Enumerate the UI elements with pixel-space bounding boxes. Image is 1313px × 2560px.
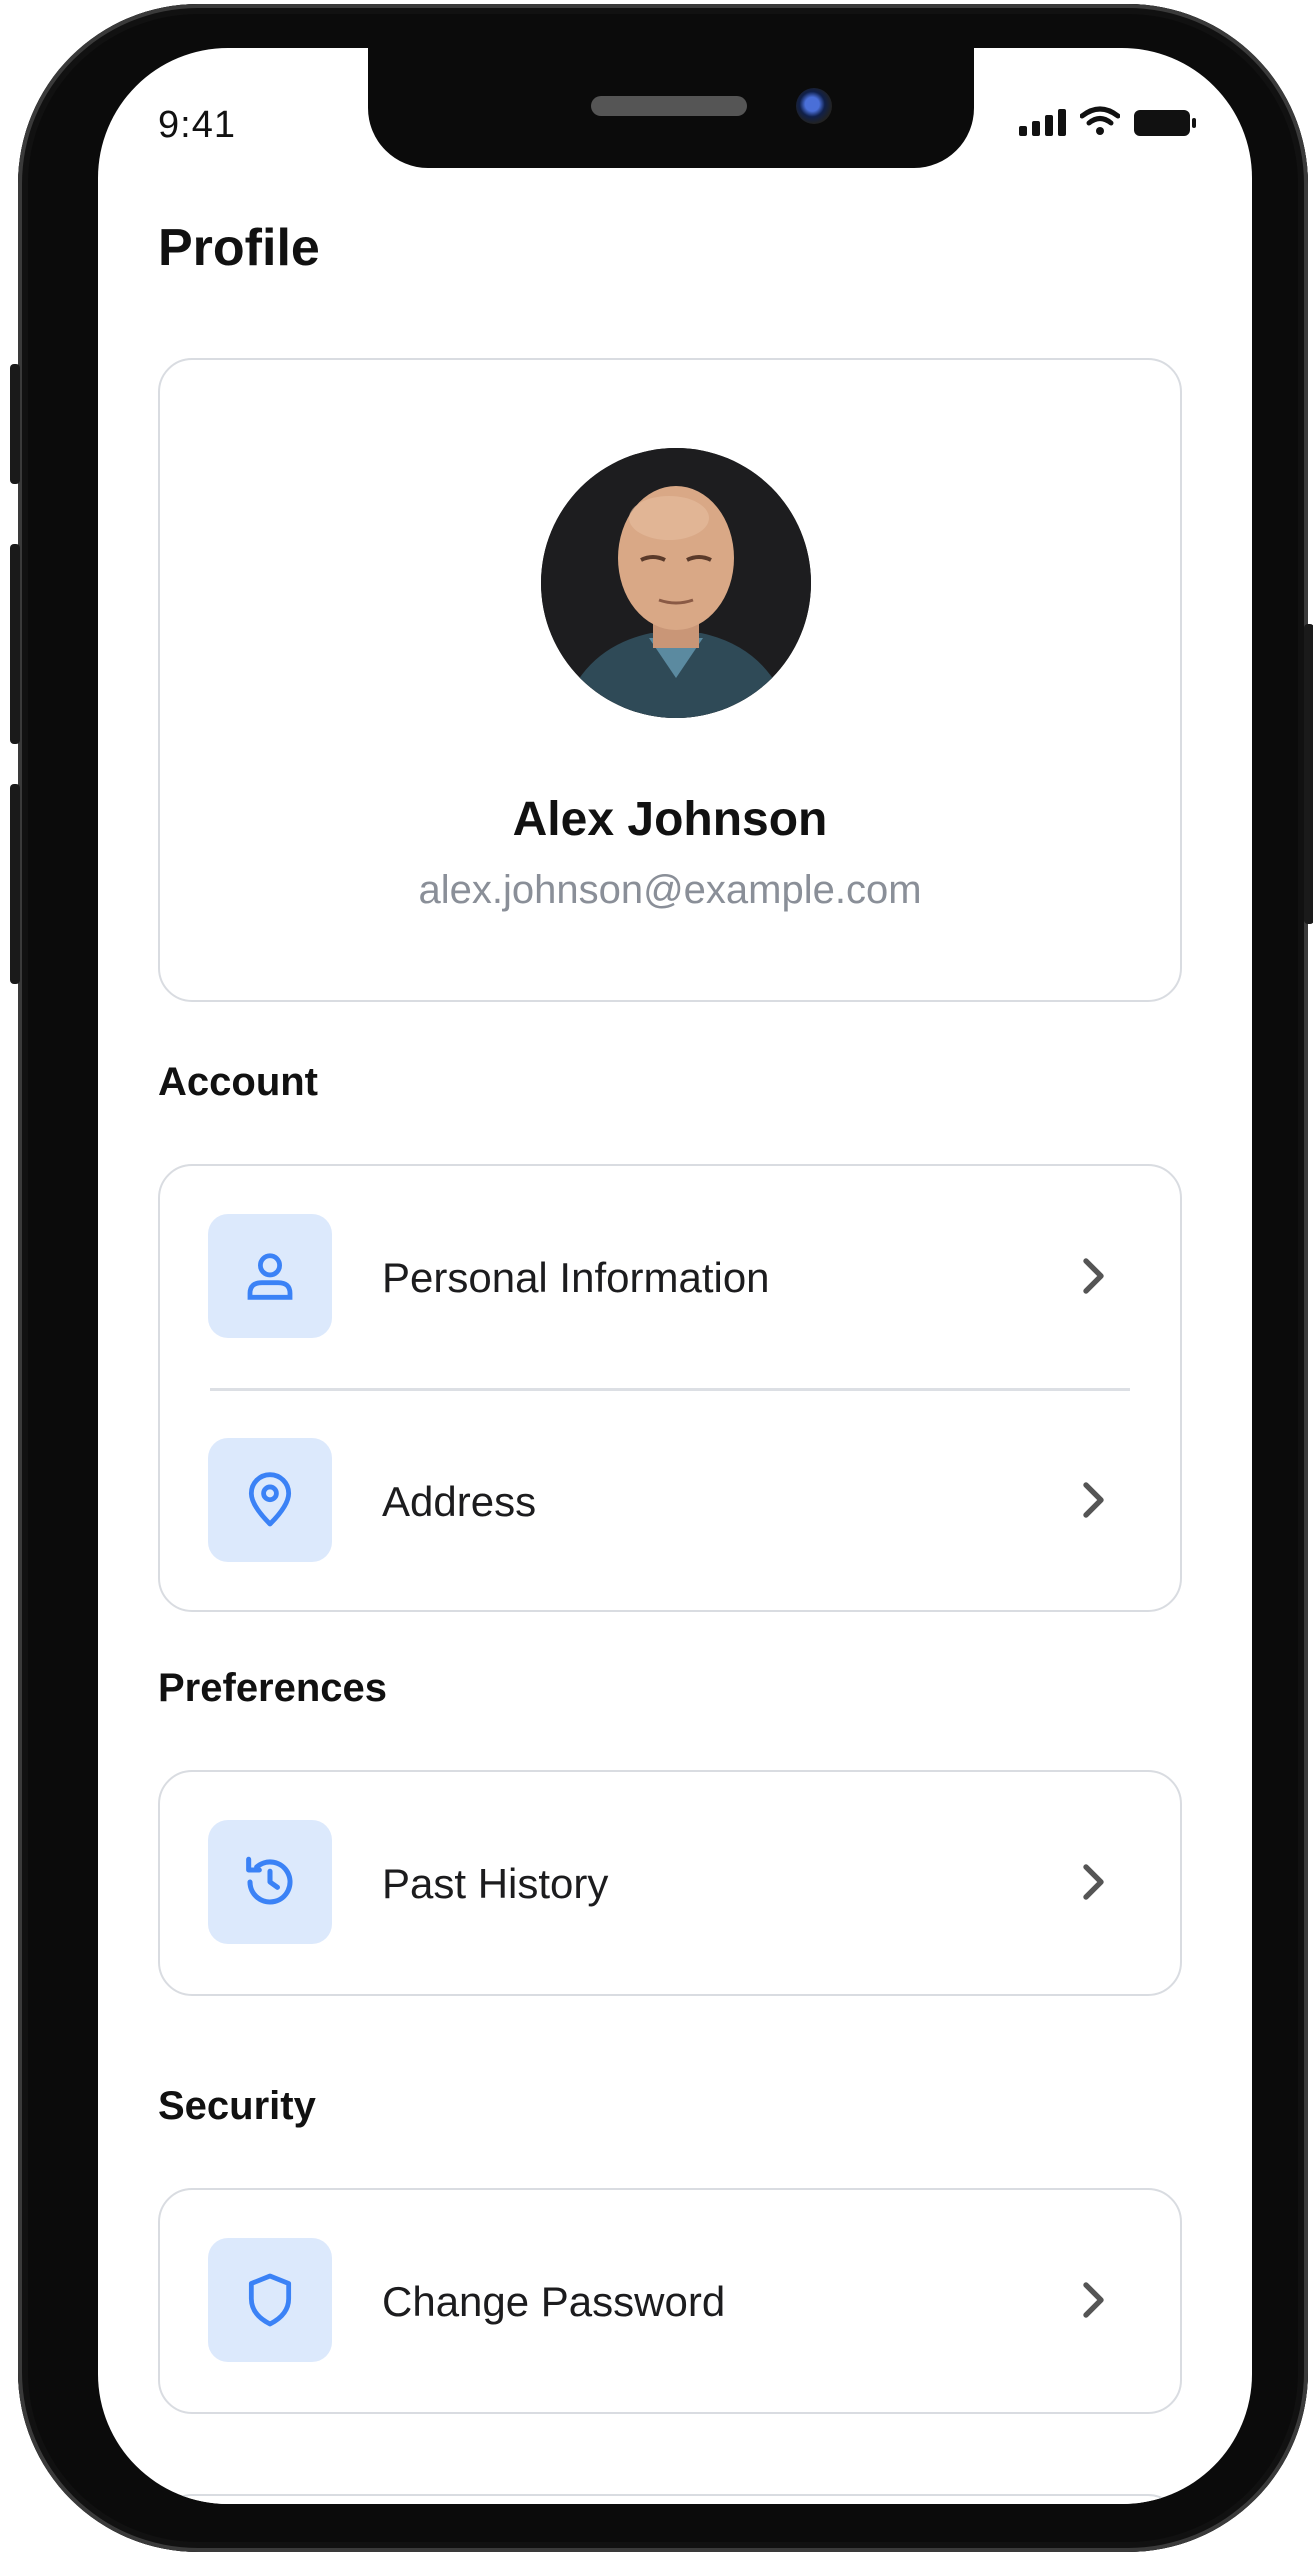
next-card-partial	[158, 2494, 1182, 2504]
section-title-account: Account	[158, 1060, 318, 1104]
side-button	[10, 364, 20, 484]
signal-icon	[1019, 108, 1066, 136]
screen: 9:41 Profile Alex Johnson alex.johnson@e…	[98, 48, 1252, 2504]
menu-item-label: Change Password	[382, 2278, 726, 2325]
battery-icon	[1134, 110, 1196, 136]
status-time: 9:41	[158, 104, 236, 146]
security-card: Change Password	[158, 2188, 1182, 2414]
side-button	[1304, 624, 1313, 924]
menu-item-label: Past History	[382, 1860, 609, 1907]
speaker	[591, 96, 747, 116]
menu-item-address[interactable]: Address	[160, 1390, 1180, 1570]
side-button	[10, 544, 20, 744]
shield-icon	[208, 2238, 332, 2362]
camera	[796, 88, 832, 124]
chevron-right-icon	[1070, 2278, 1114, 2322]
side-button	[10, 784, 20, 984]
profile-email: alex.johnson@example.com	[418, 868, 922, 912]
phone-frame: 9:41 Profile Alex Johnson alex.johnson@e…	[10, 4, 1313, 2552]
history-icon	[208, 1820, 332, 1944]
chevron-right-icon	[1070, 1478, 1114, 1522]
menu-item-label: Address	[382, 1478, 537, 1525]
status-icons	[1019, 106, 1196, 136]
preferences-card: Past History	[158, 1770, 1182, 1996]
avatar[interactable]	[541, 448, 811, 718]
account-card: Personal Information Address	[158, 1164, 1182, 1612]
profile-name: Alex Johnson	[512, 793, 828, 846]
chevron-right-icon	[1070, 1254, 1114, 1298]
location-pin-icon	[208, 1438, 332, 1562]
notch	[368, 48, 974, 168]
menu-item-personal-information[interactable]: Personal Information	[160, 1166, 1180, 1346]
menu-item-label: Personal Information	[382, 1254, 770, 1301]
menu-item-past-history[interactable]: Past History	[160, 1772, 1180, 1952]
page-title: Profile	[158, 219, 320, 277]
wifi-icon	[1080, 106, 1120, 135]
chevron-right-icon	[1070, 1860, 1114, 1904]
profile-card: Alex Johnson alex.johnson@example.com	[158, 358, 1182, 1002]
user-icon	[208, 1214, 332, 1338]
section-title-security: Security	[158, 2084, 316, 2128]
section-title-preferences: Preferences	[158, 1666, 388, 1710]
menu-item-change-password[interactable]: Change Password	[160, 2190, 1180, 2370]
